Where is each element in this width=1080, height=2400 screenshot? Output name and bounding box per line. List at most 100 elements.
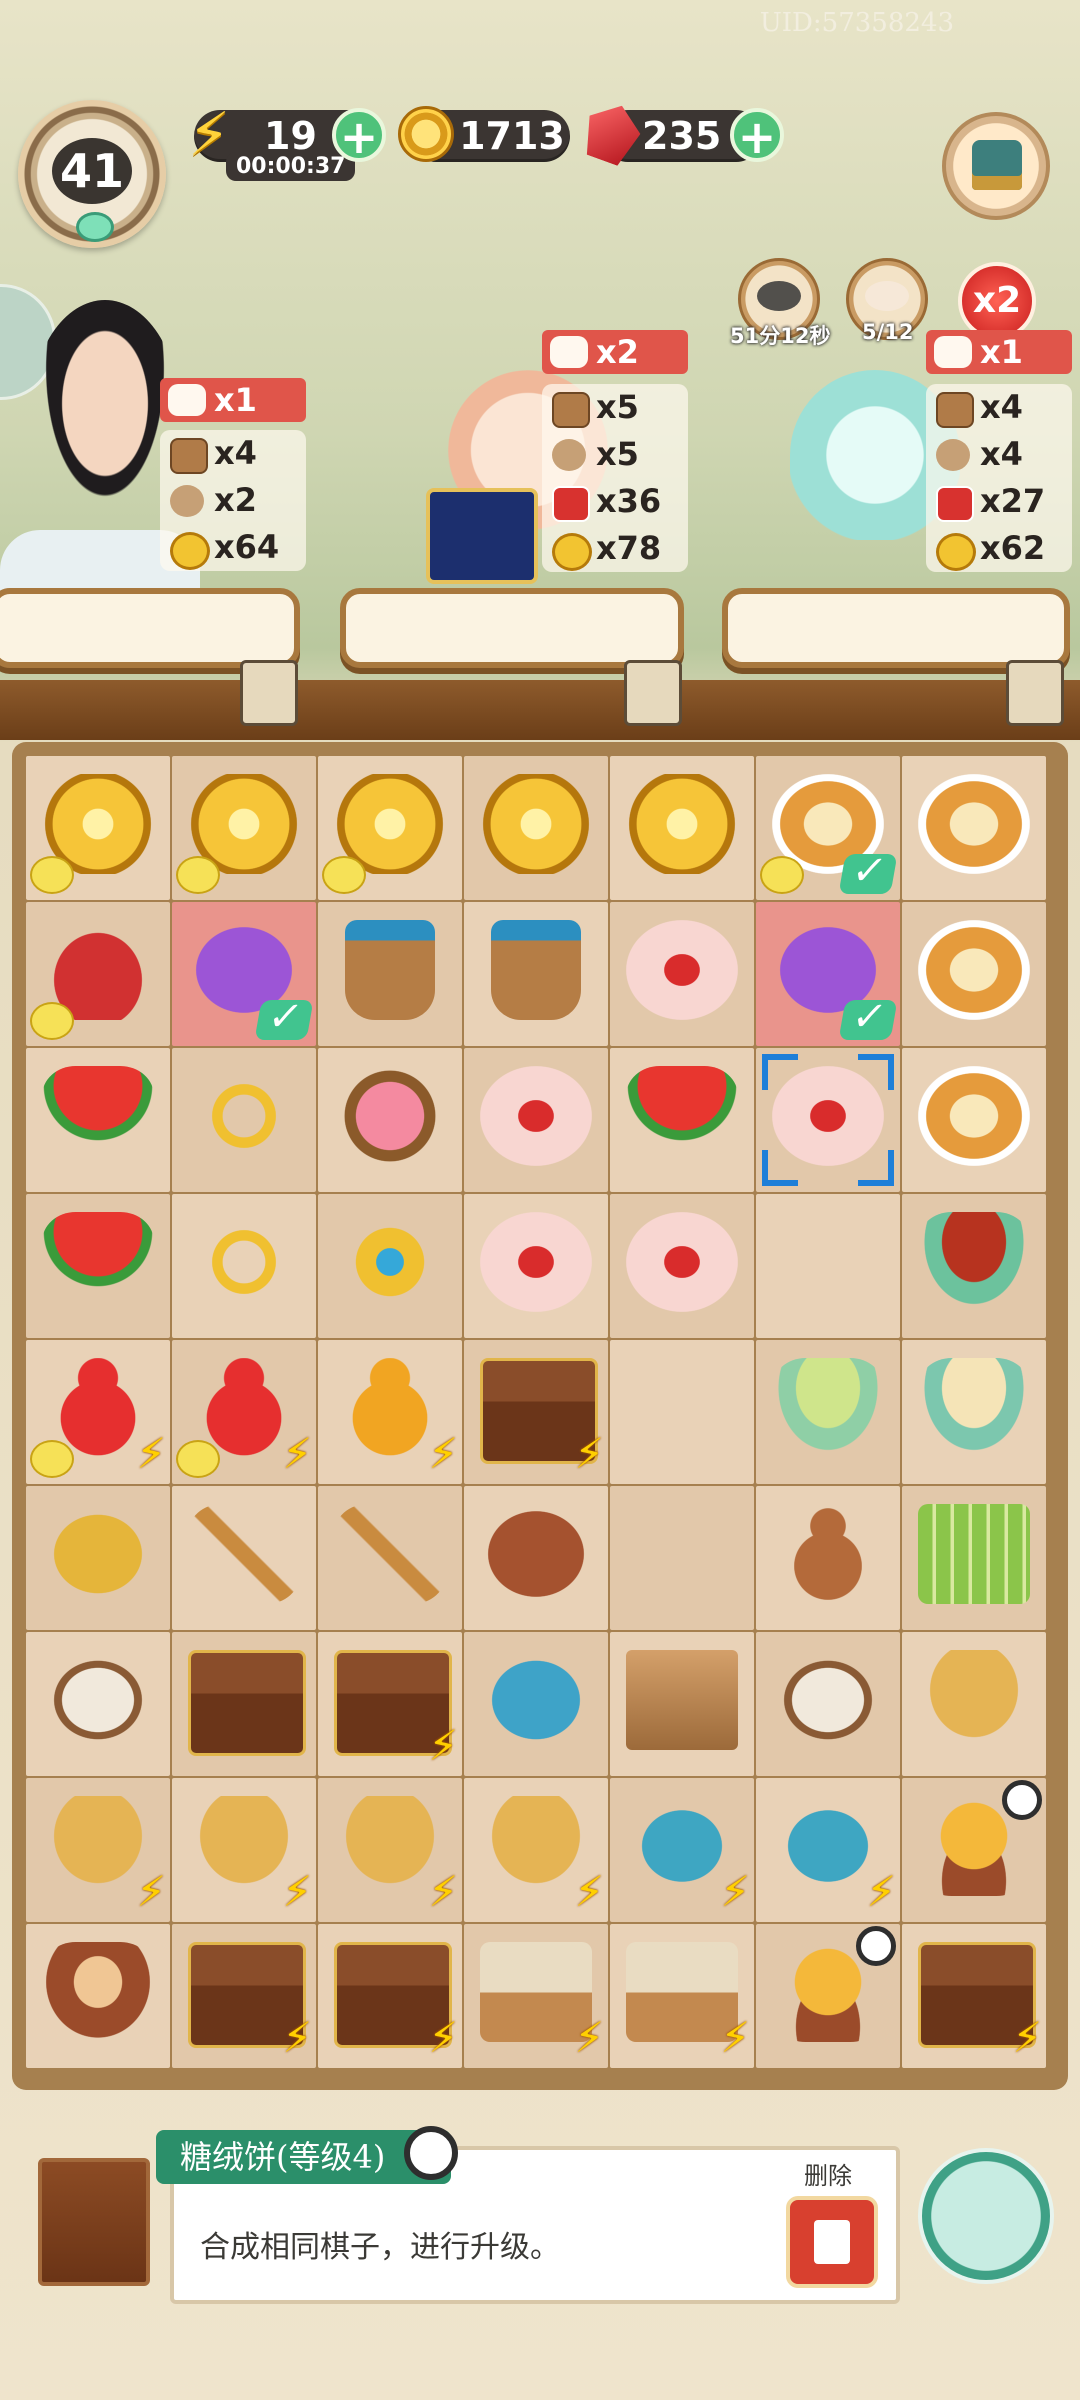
order-ticket-1[interactable] (240, 660, 298, 726)
storage-cabinet-button[interactable] (38, 2158, 150, 2286)
board-cell[interactable]: ⚡ (26, 1778, 170, 1922)
board-cell[interactable]: ⚡ (902, 1924, 1046, 2068)
board-cell[interactable]: ⚡ (464, 1340, 608, 1484)
order-ticket-2[interactable] (624, 660, 682, 726)
board-cell[interactable] (902, 1048, 1046, 1192)
silk-spool-icon[interactable] (42, 1650, 154, 1750)
pink-cake-icon[interactable] (626, 920, 738, 1020)
board-cell[interactable] (26, 1632, 170, 1776)
gold-ring-icon[interactable] (188, 1066, 300, 1166)
watermelon-slice-icon[interactable] (42, 1066, 154, 1166)
add-energy-button[interactable]: + (332, 108, 386, 162)
fried-egg-icon[interactable] (918, 1066, 1030, 1166)
order-card-2[interactable]: x2 (542, 330, 688, 374)
thread-spools-icon[interactable] (772, 1650, 884, 1750)
board-cell[interactable] (902, 1778, 1046, 1922)
shop-pavilion-button[interactable] (942, 112, 1050, 220)
board-cell[interactable] (756, 1048, 900, 1192)
board-cell[interactable] (26, 1486, 170, 1630)
board-cell[interactable] (464, 1048, 608, 1192)
pink-cake-big-icon[interactable] (480, 1212, 592, 1312)
red-bean-soup-icon[interactable] (918, 1212, 1030, 1312)
board-cell[interactable]: ⚡ (318, 1340, 462, 1484)
board-cell[interactable] (26, 1194, 170, 1338)
board-cell[interactable] (610, 1048, 754, 1192)
board-cell[interactable] (318, 902, 462, 1046)
peach-bun-plate-icon[interactable] (334, 1066, 446, 1166)
egg-nest-icon[interactable] (42, 1942, 154, 2042)
tea-crate-icon[interactable] (626, 1650, 738, 1750)
tea-jar-icon[interactable] (480, 1650, 592, 1750)
board-cell[interactable] (610, 1340, 754, 1484)
board-cell[interactable] (172, 1048, 316, 1192)
board-cell[interactable] (172, 756, 316, 900)
double-bucket-icon[interactable] (345, 920, 435, 1020)
board-cell[interactable]: ⚡ (610, 1924, 754, 2068)
board-cell[interactable] (610, 902, 754, 1046)
board-cell[interactable] (464, 1486, 608, 1630)
wooden-bucket-icon[interactable] (491, 920, 581, 1020)
board-cell[interactable] (318, 1194, 462, 1338)
board-cell[interactable] (902, 1194, 1046, 1338)
board-cell[interactable] (464, 1632, 608, 1776)
brush-ruler-icon[interactable] (188, 1504, 300, 1604)
board-cell[interactable]: ⚡ (172, 1778, 316, 1922)
omelette-rice-icon[interactable] (918, 920, 1030, 1020)
board-cell[interactable] (756, 756, 900, 900)
wooden-chest-icon[interactable] (188, 1650, 306, 1756)
board-cell[interactable] (610, 756, 754, 900)
magnifier-icon[interactable] (404, 2126, 458, 2180)
board-cell[interactable] (756, 1194, 900, 1338)
board-cell[interactable]: ⚡ (172, 1924, 316, 2068)
board-cell[interactable] (610, 1632, 754, 1776)
board-cell[interactable] (318, 1486, 462, 1630)
board-cell[interactable]: ⚡ (172, 1340, 316, 1484)
board-cell[interactable] (902, 1486, 1046, 1630)
board-cell[interactable]: ⚡ (464, 1778, 608, 1922)
watermelon-tray-icon[interactable] (626, 1066, 738, 1166)
board-cell[interactable] (610, 1194, 754, 1338)
board-cell[interactable] (756, 1340, 900, 1484)
add-gems-button[interactable]: + (730, 108, 784, 162)
rice-ball-soup-icon[interactable] (918, 1358, 1030, 1458)
board-cell[interactable] (902, 1340, 1046, 1484)
board-cell[interactable] (172, 902, 316, 1046)
scholar-customer[interactable] (30, 300, 180, 530)
bamboo-slips-icon[interactable] (918, 1504, 1030, 1604)
coin-single-icon[interactable] (626, 774, 738, 874)
brown-gourd-icon[interactable] (772, 1504, 884, 1604)
board-cell[interactable] (610, 1486, 754, 1630)
woven-basket-icon[interactable] (918, 1650, 1030, 1750)
board-cell[interactable] (26, 1924, 170, 2068)
board-cell[interactable] (756, 1632, 900, 1776)
fried-rice-bowl-icon[interactable] (918, 774, 1030, 874)
board-cell[interactable] (464, 756, 608, 900)
multiplier-badge[interactable]: x2 (958, 262, 1036, 340)
jewel-flowers-icon[interactable] (334, 1212, 446, 1312)
board-cell[interactable] (26, 1048, 170, 1192)
dried-leaves-icon[interactable] (42, 1504, 154, 1604)
board-cell[interactable] (464, 902, 608, 1046)
board-cell[interactable]: ⚡ (318, 1632, 462, 1776)
order-ticket-3[interactable] (1006, 660, 1064, 726)
board-cell[interactable] (318, 756, 462, 900)
board-cell[interactable] (318, 1048, 462, 1192)
board-cell[interactable] (464, 1194, 608, 1338)
board-cell[interactable] (902, 1632, 1046, 1776)
calligraphy-brush-icon[interactable] (334, 1504, 446, 1604)
order-card-3[interactable]: x1 (926, 330, 1072, 374)
pink-cake-pair-icon[interactable] (480, 1066, 592, 1166)
pink-cake-pair-icon[interactable] (626, 1212, 738, 1312)
board-cell[interactable] (756, 902, 900, 1046)
player-level-badge[interactable]: 41 (18, 100, 166, 248)
fruit-platter-icon[interactable] (42, 1212, 154, 1312)
board-cell[interactable] (26, 902, 170, 1046)
board-cell[interactable]: ⚡ (756, 1778, 900, 1922)
board-cell[interactable]: ⚡ (318, 1924, 462, 2068)
board-cell[interactable] (172, 1632, 316, 1776)
board-cell[interactable] (26, 756, 170, 900)
board-cell[interactable] (756, 1924, 900, 2068)
board-cell[interactable] (756, 1486, 900, 1630)
order-card-1[interactable]: x1 (160, 378, 306, 422)
board-cell[interactable] (172, 1486, 316, 1630)
